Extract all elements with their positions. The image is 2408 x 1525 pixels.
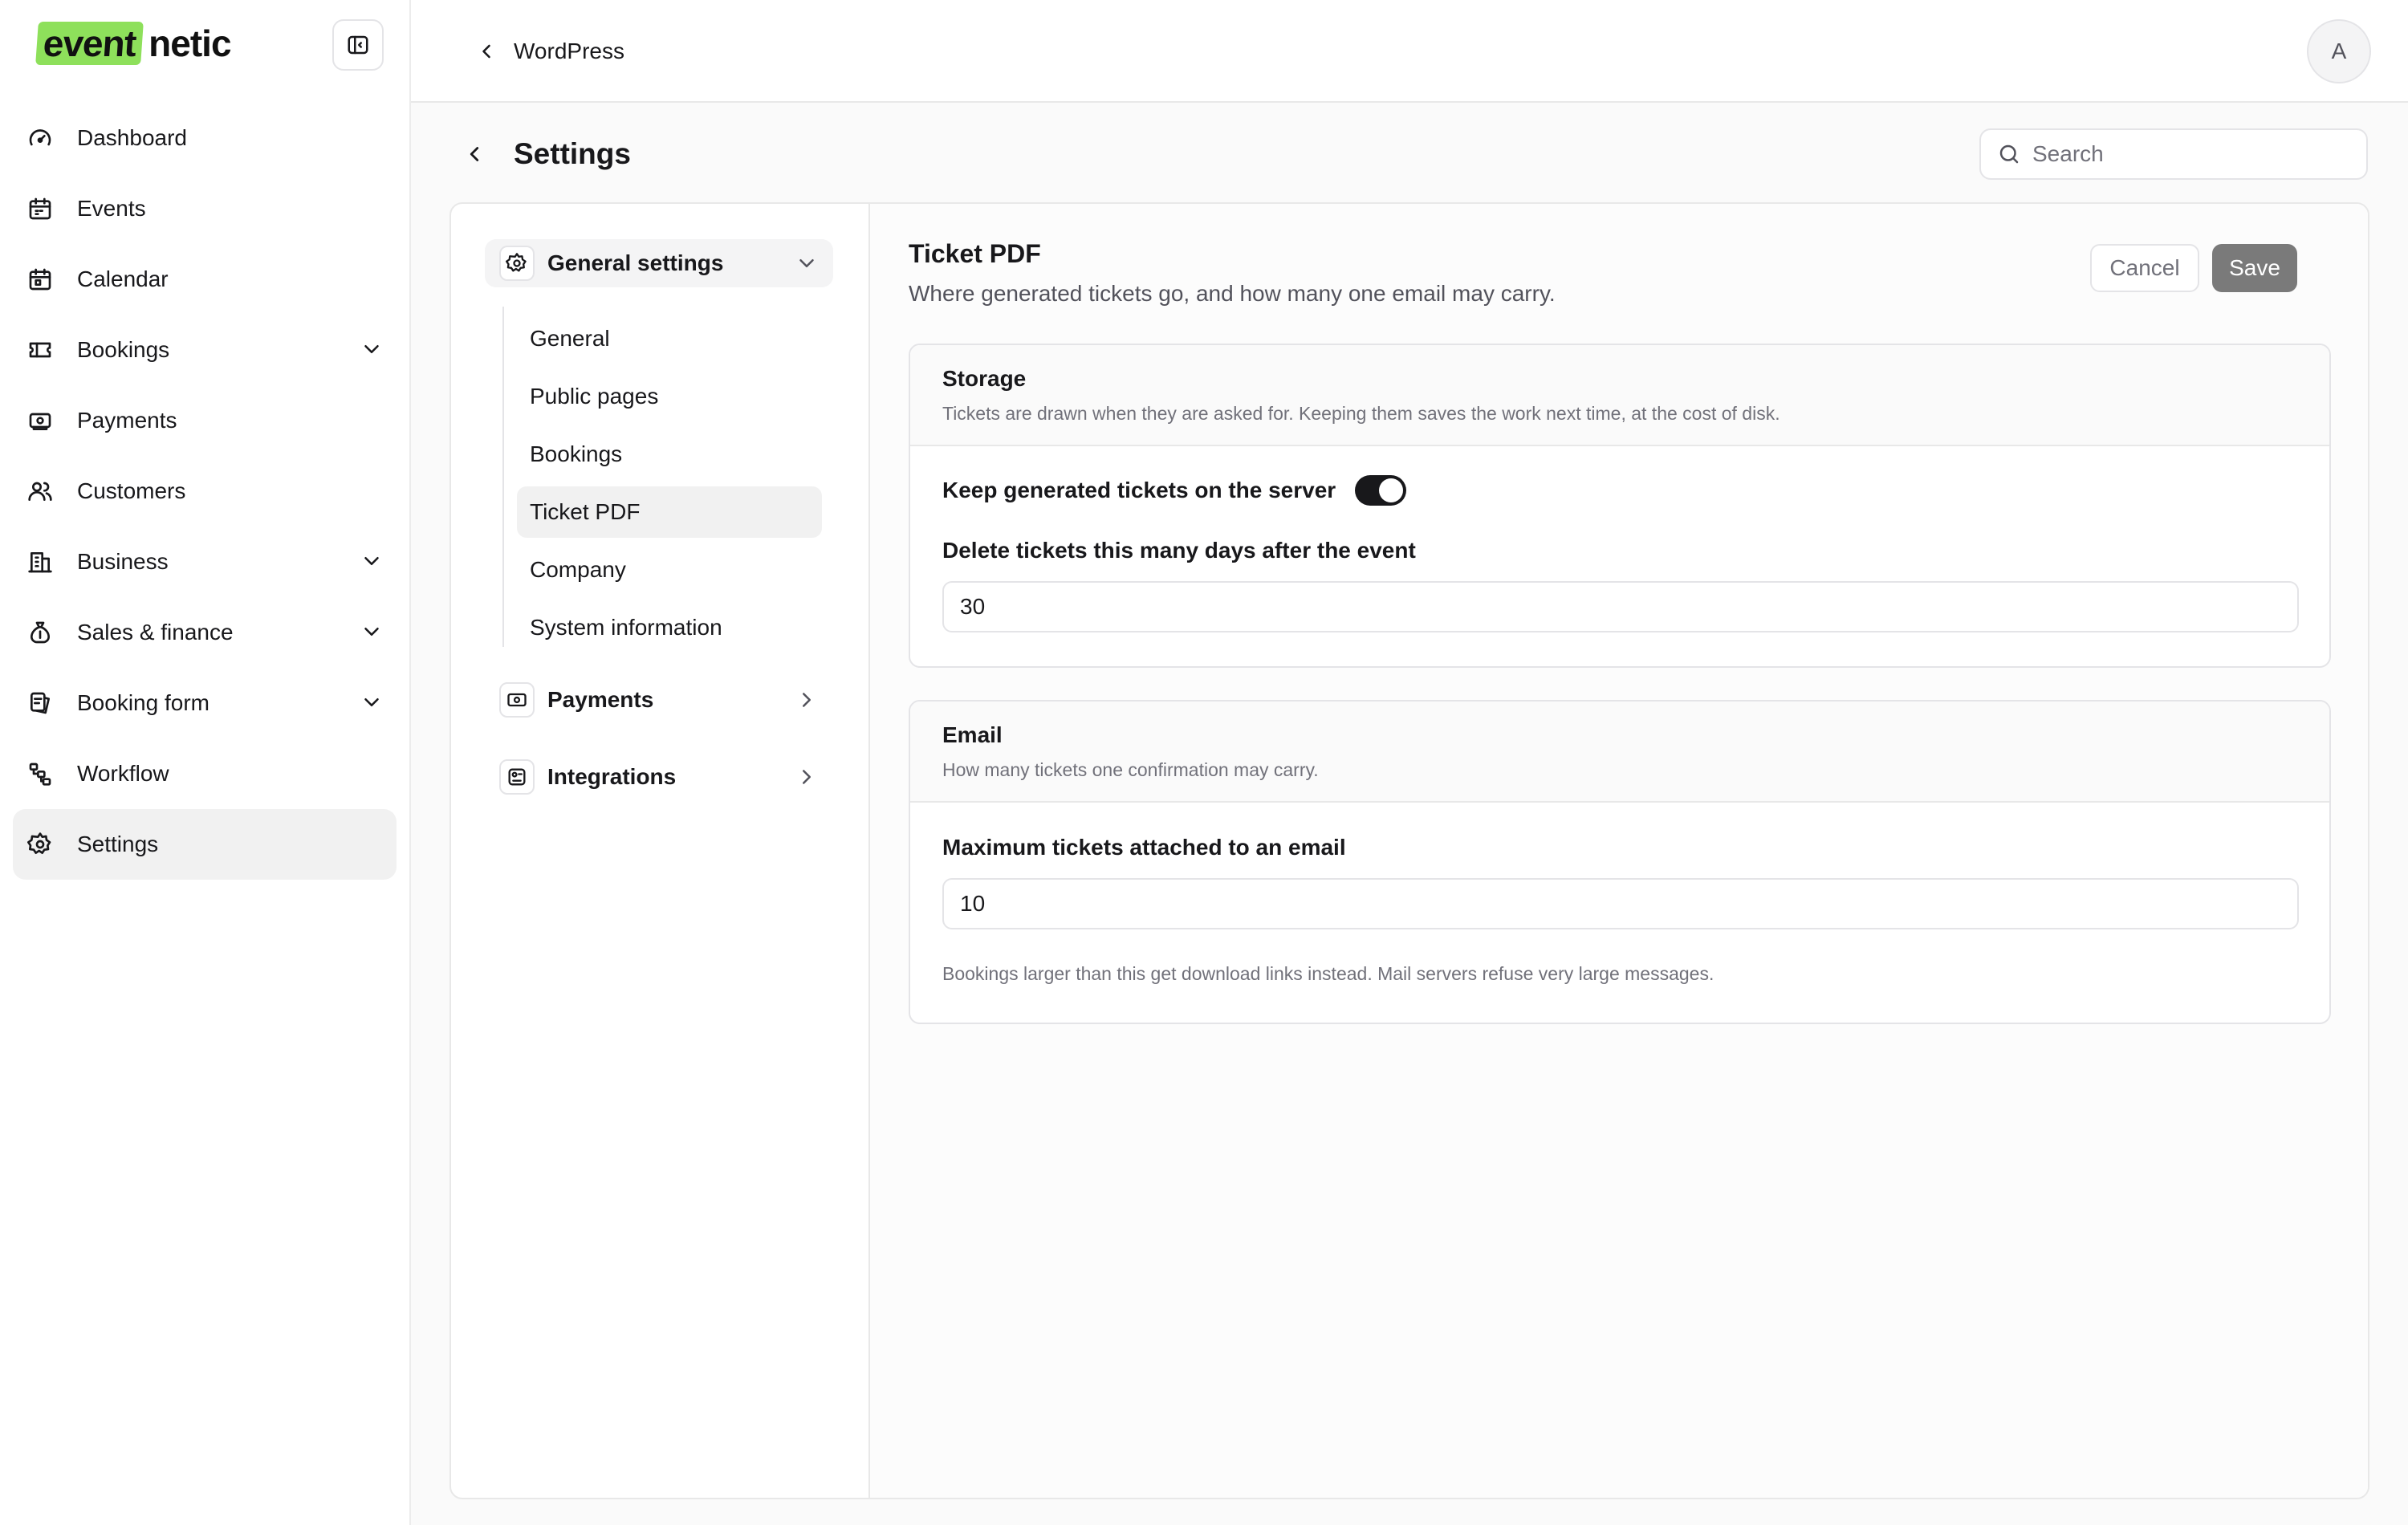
sidebar-item-label: Sales & finance (77, 620, 234, 645)
general-settings-list: General Public pages Bookings Ticket PDF… (502, 307, 824, 647)
storage-panel-header: Storage Tickets are drawn when they are … (910, 345, 2329, 446)
chevron-down-icon (364, 628, 379, 636)
page-title: Settings (514, 137, 631, 170)
sidebar-item-label: Customers (77, 478, 186, 503)
max-tickets-input[interactable] (942, 878, 2299, 929)
section-title: Ticket PDF (909, 239, 1041, 268)
chevron-left-icon (482, 44, 490, 59)
top-bar: WordPress A (411, 0, 2408, 103)
subnav-item-bookings[interactable]: Bookings (517, 429, 822, 480)
sidebar-item-label: Booking form (77, 690, 209, 715)
group-label: Integrations (547, 764, 677, 789)
toggle-knob (1379, 478, 1404, 502)
sidebar-item-payments[interactable]: Payments (13, 385, 397, 456)
sidebar-collapse-icon (348, 35, 368, 55)
money-bag-icon (31, 621, 50, 644)
subnav-item-general[interactable]: General (517, 313, 822, 364)
email-panel: Email How many tickets one confirmation … (909, 700, 2331, 1024)
banknote-icon (29, 413, 51, 430)
banknote-icon (499, 682, 535, 718)
group-general-settings[interactable]: General settings (485, 239, 833, 287)
keep-tickets-label: Keep generated tickets on the server (942, 478, 1336, 502)
email-description: How many tickets one confirmation may ca… (942, 759, 1319, 780)
keep-tickets-toggle[interactable] (1355, 475, 1407, 506)
section-description: Where generated tickets go, and how many… (909, 281, 1556, 306)
storage-title: Storage (942, 366, 1027, 391)
sidebar-item-events[interactable]: Events (13, 173, 397, 244)
logo-highlight: event (35, 22, 144, 65)
search-input[interactable] (2032, 141, 2353, 167)
sidebar-item-customers[interactable]: Customers (13, 456, 397, 527)
search-box[interactable] (1979, 128, 2368, 180)
chevron-right-icon (803, 693, 811, 707)
delete-days-input[interactable] (942, 581, 2299, 632)
building-icon (28, 552, 52, 573)
workflow-icon (29, 762, 51, 786)
max-tickets-help: Bookings larger than this get download l… (942, 963, 1714, 984)
sidebar-item-business[interactable]: Business (13, 527, 397, 597)
sidebar-toggle-button[interactable] (332, 19, 384, 71)
group-integrations[interactable]: Integrations (485, 753, 833, 801)
sidebar-item-label: Business (77, 549, 169, 574)
page-header: Settings (462, 133, 631, 175)
sidebar-item-sales-finance[interactable]: Sales & finance (13, 597, 397, 668)
ticket-icon (29, 342, 51, 358)
chevron-down-icon (364, 698, 379, 706)
sidebar-item-label: Workflow (77, 761, 169, 786)
max-tickets-label: Maximum tickets attached to an email (942, 835, 1346, 860)
cancel-button[interactable]: Cancel (2090, 244, 2199, 292)
email-panel-header: Email How many tickets one confirmation … (910, 702, 2329, 803)
calendar-grid-icon (29, 268, 51, 291)
sidebar-item-calendar[interactable]: Calendar (13, 244, 397, 315)
sidebar-item-label: Payments (77, 408, 177, 433)
settings-subnav: General settings General Public pages Bo… (451, 204, 870, 1498)
brand-logo[interactable]: event netic (35, 21, 232, 66)
users-icon (28, 482, 52, 501)
sidebar-item-bookings[interactable]: Bookings (13, 315, 397, 385)
storage-panel: Storage Tickets are drawn when they are … (909, 344, 2331, 668)
email-title: Email (942, 722, 1003, 747)
sidebar-item-workflow[interactable]: Workflow (13, 738, 397, 809)
storage-description: Tickets are drawn when they are asked fo… (942, 403, 1780, 424)
sidebar-item-label: Bookings (77, 337, 170, 362)
chevron-down-icon (799, 259, 814, 267)
sidebar-item-label: Dashboard (77, 125, 187, 150)
subnav-item-system-information[interactable]: System information (517, 602, 822, 653)
sidebar-item-label: Events (77, 196, 146, 221)
gear-icon (499, 246, 535, 281)
save-button[interactable]: Save (2212, 244, 2297, 292)
integrations-icon (499, 759, 535, 795)
back-to-wordpress-link[interactable]: WordPress (475, 32, 624, 71)
sidebar-item-dashboard[interactable]: Dashboard (13, 103, 397, 173)
avatar[interactable]: A (2307, 19, 2371, 83)
settings-content: Ticket PDF Where generated tickets go, a… (870, 204, 2368, 1498)
back-link-label: WordPress (514, 39, 624, 63)
chevron-down-icon (364, 345, 379, 353)
calendar-icon (29, 197, 51, 220)
group-payments[interactable]: Payments (485, 676, 833, 724)
group-label: Payments (547, 687, 654, 712)
sidebar-item-label: Calendar (77, 266, 169, 291)
sidebar-item-settings[interactable]: Settings (13, 809, 397, 880)
chevron-down-icon (364, 557, 379, 565)
main-nav: Dashboard Events Calendar Bookings Payme… (13, 103, 397, 880)
sidebar-item-label: Settings (77, 832, 159, 856)
form-icon (30, 692, 50, 714)
back-button[interactable] (462, 142, 486, 166)
keep-tickets-row: Keep generated tickets on the server (942, 475, 1407, 506)
settings-card: General settings General Public pages Bo… (449, 202, 2369, 1499)
subnav-item-company[interactable]: Company (517, 544, 822, 596)
logo-text: netic (148, 22, 231, 64)
group-label: General settings (547, 250, 724, 275)
chevron-right-icon (803, 770, 811, 784)
subnav-item-public-pages[interactable]: Public pages (517, 371, 822, 422)
subnav-item-ticket-pdf[interactable]: Ticket PDF (517, 486, 822, 538)
sidebar-item-booking-form[interactable]: Booking form (13, 668, 397, 738)
delete-days-label: Delete tickets this many days after the … (942, 538, 1416, 563)
sidebar: event netic Dashboard Events Calendar Boo… (0, 0, 411, 1525)
gear-icon (27, 832, 51, 854)
gauge-icon (29, 129, 51, 146)
search-icon (1999, 144, 2019, 164)
